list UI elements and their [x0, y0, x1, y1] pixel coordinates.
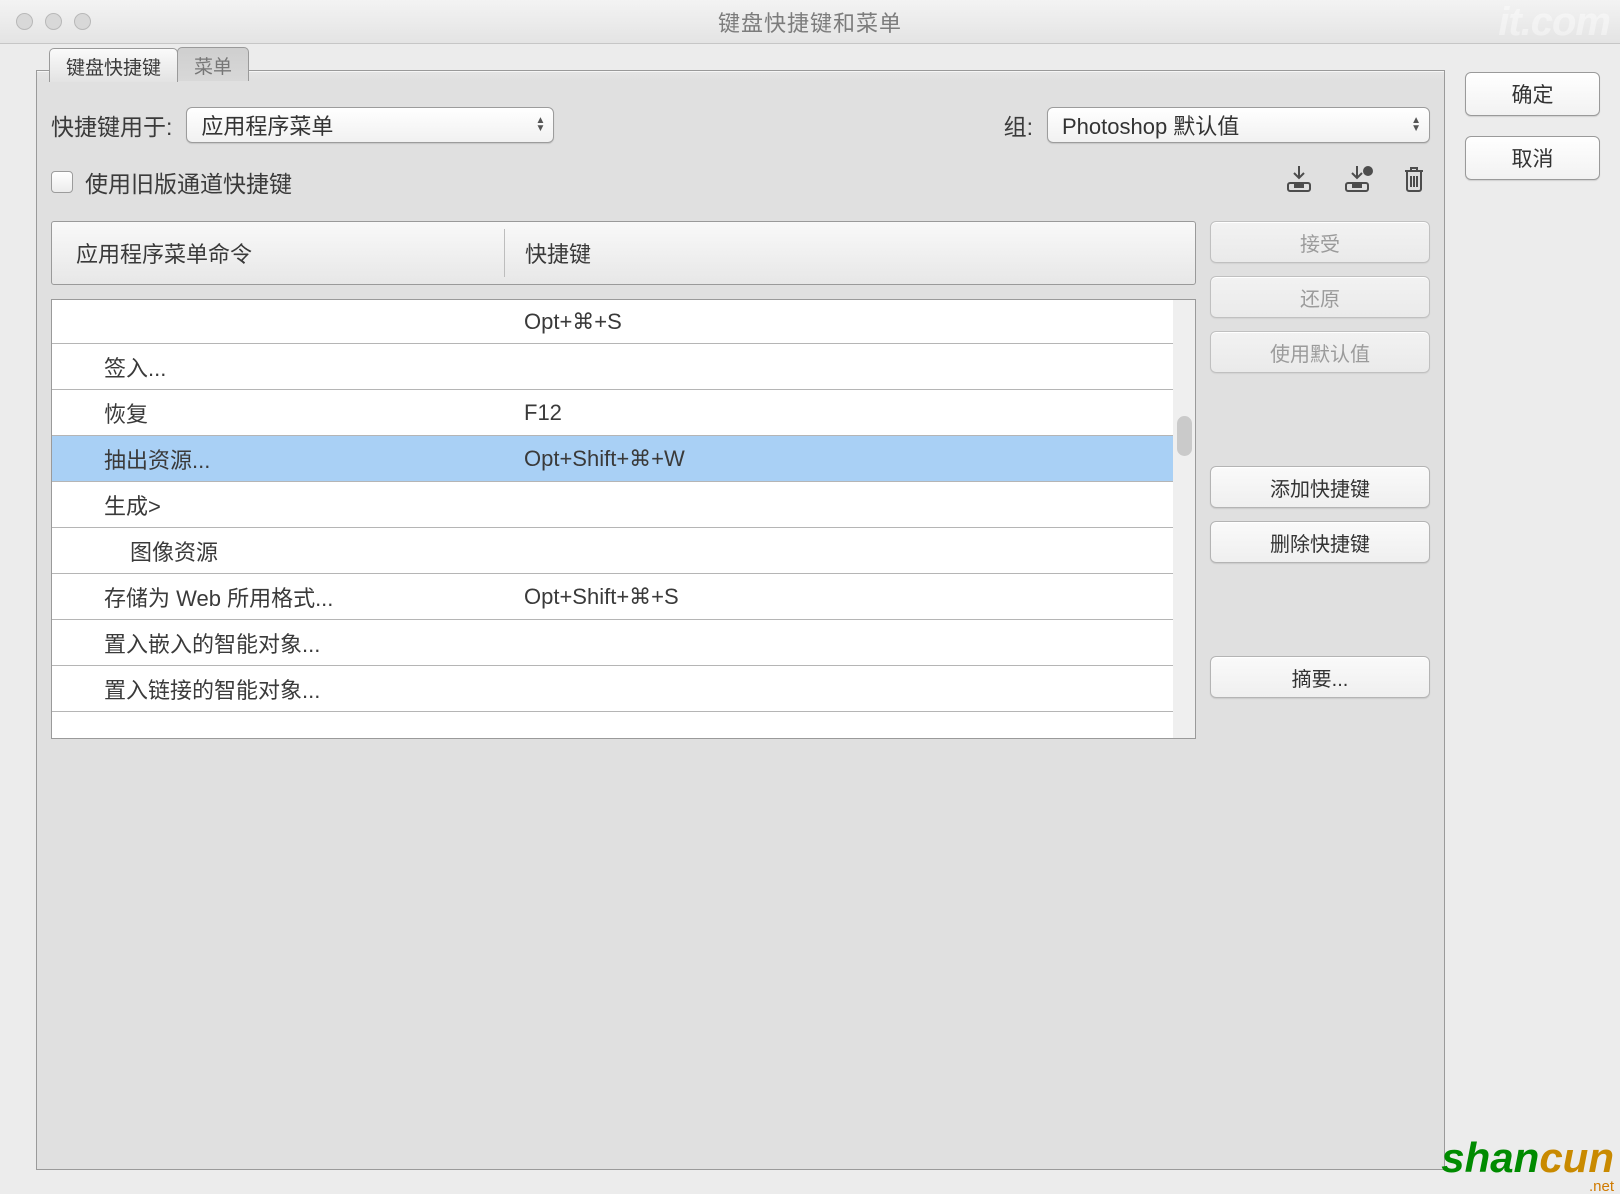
wm-part1: shan [1441, 1134, 1539, 1181]
row-shortcut-for: 快捷键用于: 应用程序菜单 ▲▼ 组: Photoshop 默认值 ▲▼ [37, 71, 1444, 143]
btn-delete-shortcut[interactable]: 删除快捷键 [1210, 521, 1430, 563]
wm-net: .net [1441, 1179, 1614, 1194]
btn-summary[interactable]: 摘要... [1210, 656, 1430, 698]
btn-undo: 还原 [1210, 276, 1430, 318]
cancel-button[interactable]: 取消 [1465, 136, 1600, 180]
checkbox-label: 使用旧版通道快捷键 [85, 165, 292, 199]
cell-shortcut: Opt+Shift+⌘+W [504, 446, 1173, 472]
row-options: 使用旧版通道快捷键 [37, 143, 1444, 199]
table-row[interactable]: 签入... [52, 344, 1173, 390]
cell-command: 图像资源 [52, 535, 504, 567]
table-row[interactable]: 置入嵌入的智能对象... [52, 620, 1173, 666]
th-command: 应用程序菜单命令 [52, 237, 504, 269]
table-row[interactable]: 存储为 Web 所用格式...Opt+Shift+⌘+S [52, 574, 1173, 620]
cell-command: 签入... [52, 351, 504, 383]
set-icon-row [1284, 165, 1430, 199]
save-set-icon[interactable] [1284, 165, 1314, 199]
btn-use-default: 使用默认值 [1210, 331, 1430, 373]
tab-shortcuts[interactable]: 键盘快捷键 [49, 48, 178, 82]
left-pane: 键盘快捷键 菜单 快捷键用于: 应用程序菜单 ▲▼ 组: Photoshop 默… [36, 70, 1445, 1170]
scrollbar[interactable] [1173, 300, 1195, 738]
cell-command: 恢复 [52, 397, 504, 429]
label-group: 组: [1004, 108, 1033, 142]
min-dot[interactable] [45, 13, 62, 30]
trash-icon[interactable] [1402, 165, 1426, 199]
select-shortcut-for-value: 应用程序菜单 [201, 109, 333, 141]
side-actions: 接受 还原 使用默认值 添加快捷键 删除快捷键 摘要... [1210, 221, 1430, 739]
table-row[interactable]: 图像资源 [52, 528, 1173, 574]
label-shortcut-for: 快捷键用于: [51, 108, 172, 142]
right-pane: 确定 取消 [1465, 70, 1600, 1170]
window-title: 键盘快捷键和菜单 [718, 6, 902, 38]
cell-command: 置入嵌入的智能对象... [52, 627, 504, 659]
th-shortcut: 快捷键 [505, 237, 1195, 269]
cell-command: 置入链接的智能对象... [52, 673, 504, 705]
shortcut-table: 应用程序菜单命令 快捷键 Opt+⌘+S签入...恢复F12抽出资源...Opt… [51, 221, 1196, 739]
select-shortcut-for[interactable]: 应用程序菜单 ▲▼ [186, 107, 554, 143]
tab-bar: 键盘快捷键 菜单 [49, 47, 248, 81]
top-watermark: it.com [1486, 0, 1620, 49]
cell-command: 存储为 Web 所用格式... [52, 581, 504, 613]
table-row[interactable]: Opt+⌘+S [52, 300, 1173, 344]
max-dot[interactable] [74, 13, 91, 30]
select-group-value: Photoshop 默认值 [1062, 109, 1239, 141]
btn-accept: 接受 [1210, 221, 1430, 263]
save-new-set-icon[interactable] [1342, 165, 1374, 199]
close-dot[interactable] [16, 13, 33, 30]
table-row[interactable]: 置入链接的智能对象... [52, 666, 1173, 712]
content-area: 键盘快捷键 菜单 快捷键用于: 应用程序菜单 ▲▼ 组: Photoshop 默… [0, 44, 1620, 1170]
titlebar: 键盘快捷键和菜单 it.com [0, 0, 1620, 44]
checkbox-legacy[interactable]: 使用旧版通道快捷键 [51, 165, 292, 199]
bottom-watermark: shancun .net [1441, 1137, 1614, 1194]
table-area: 应用程序菜单命令 快捷键 Opt+⌘+S签入...恢复F12抽出资源...Opt… [51, 221, 1430, 739]
cell-command: 生成> [52, 489, 504, 521]
cell-shortcut: Opt+⌘+S [504, 309, 1173, 335]
window-controls [16, 13, 91, 30]
cell-command: 抽出资源... [52, 443, 504, 475]
cell-shortcut: F12 [504, 400, 1173, 426]
checkbox-box[interactable] [51, 171, 73, 193]
table-body: Opt+⌘+S签入...恢复F12抽出资源...Opt+Shift+⌘+W生成>… [52, 300, 1173, 738]
select-group[interactable]: Photoshop 默认值 ▲▼ [1047, 107, 1430, 143]
scroll-thumb[interactable] [1177, 416, 1192, 456]
tab-menus[interactable]: 菜单 [177, 47, 249, 81]
chevron-updown-icon: ▲▼ [1411, 117, 1421, 133]
chevron-updown-icon: ▲▼ [535, 117, 545, 133]
main-panel: 键盘快捷键 菜单 快捷键用于: 应用程序菜单 ▲▼ 组: Photoshop 默… [36, 70, 1445, 1170]
btn-add-shortcut[interactable]: 添加快捷键 [1210, 466, 1430, 508]
table-row[interactable]: 抽出资源...Opt+Shift+⌘+W [52, 436, 1173, 482]
table-row[interactable]: 恢复F12 [52, 390, 1173, 436]
ok-button[interactable]: 确定 [1465, 72, 1600, 116]
table-header: 应用程序菜单命令 快捷键 [51, 221, 1196, 285]
cell-shortcut: Opt+Shift+⌘+S [504, 584, 1173, 610]
wm-part2: cun [1539, 1134, 1614, 1181]
table-body-outer: Opt+⌘+S签入...恢复F12抽出资源...Opt+Shift+⌘+W生成>… [51, 299, 1196, 739]
table-row[interactable]: 生成> [52, 482, 1173, 528]
